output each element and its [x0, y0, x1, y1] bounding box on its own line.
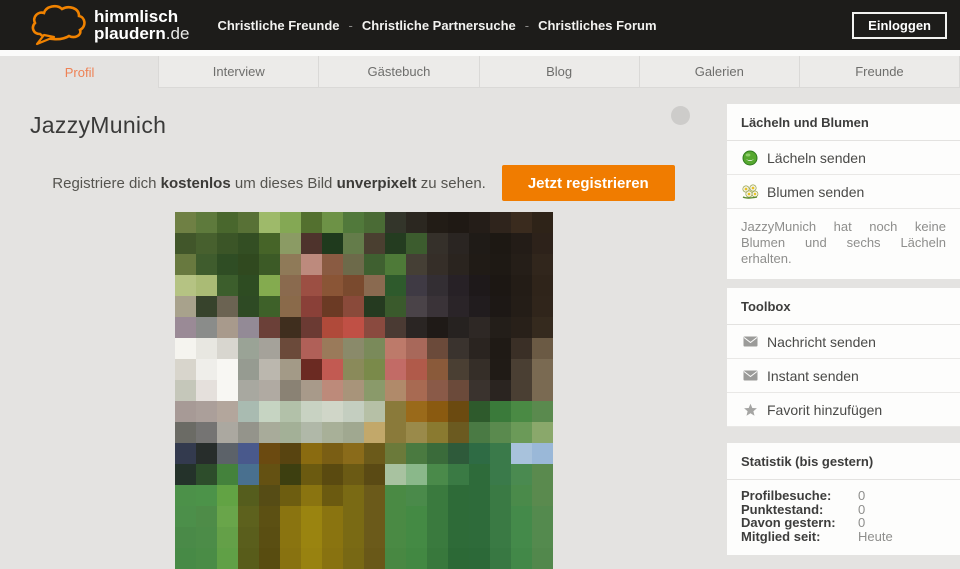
smiley-icon — [741, 150, 759, 166]
cloud-logo-icon — [28, 3, 86, 47]
stat-row-davon-gestern: Davon gestern: 0 — [741, 516, 946, 530]
envelope-icon — [741, 334, 759, 350]
tab-freunde[interactable]: Freunde — [798, 56, 960, 88]
login-button[interactable]: Einloggen — [852, 12, 947, 39]
logo-tld: .de — [165, 24, 190, 43]
smiles-flowers-card-title: Lächeln und Blumen — [727, 104, 960, 141]
registration-text: Registriere dich kostenlos um dieses Bil… — [52, 175, 486, 192]
nav-link-christliche-freunde[interactable]: Christliche Freunde — [217, 18, 339, 33]
statistics-body: Profilbesuche: 0 Punktestand: 0 Davon ge… — [727, 480, 960, 555]
registration-bold-kostenlos: kostenlos — [160, 174, 231, 192]
stat-value: Heute — [858, 528, 893, 544]
registration-text-part: zu sehen. — [416, 174, 486, 192]
registration-bold-unverpixelt: unverpixelt — [336, 174, 417, 192]
stat-label: Profilbesuche: — [741, 488, 832, 503]
send-flowers-label: Blumen senden — [767, 183, 865, 200]
send-message-item[interactable]: Nachricht senden — [727, 325, 960, 359]
tab-blog[interactable]: Blog — [478, 56, 640, 88]
nav-separator: - — [348, 17, 353, 33]
star-icon — [741, 402, 759, 418]
send-instant-item[interactable]: Instant senden — [727, 359, 960, 393]
stat-label: Mitglied seit: — [741, 528, 821, 544]
add-favorite-item[interactable]: Favorit hinzufügen — [727, 393, 960, 427]
stat-value: 0 — [858, 488, 866, 503]
toolbox-card: Toolbox Nachricht senden Instant senden — [727, 288, 960, 427]
nav-separator: - — [524, 17, 530, 33]
stat-label: Davon gestern: — [741, 515, 836, 530]
tab-interview[interactable]: Interview — [158, 56, 320, 88]
smiles-flowers-note: JazzyMunich hat noch keine Blumen und se… — [741, 219, 946, 266]
add-favorite-label: Favorit hinzufügen — [767, 401, 883, 418]
send-smile-label: Lächeln senden — [767, 149, 866, 166]
nav-link-christliche-partnersuche[interactable]: Christliche Partnersuche — [362, 18, 516, 33]
stat-label: Punktestand: — [741, 501, 824, 517]
site-header: himmlisch plaudern.de Christliche Freund… — [0, 0, 960, 50]
nav-link-christliches-forum[interactable]: Christliches Forum — [538, 18, 656, 33]
logo-line2: plaudern — [94, 24, 166, 43]
page-title-username: JazzyMunich — [30, 112, 167, 138]
tab-galerien[interactable]: Galerien — [638, 56, 800, 88]
logo-wordmark: himmlisch plaudern.de — [94, 8, 189, 42]
toolbox-card-title: Toolbox — [727, 288, 960, 325]
site-logo[interactable]: himmlisch plaudern.de — [28, 3, 189, 47]
flowers-icon — [741, 183, 759, 200]
statistics-card-title: Statistik (bis gestern) — [727, 443, 960, 480]
stat-row-punktestand: Punktestand: 0 — [741, 501, 946, 517]
registration-row: Registriere dich kostenlos um dieses Bil… — [0, 165, 727, 201]
stat-value: 0 — [858, 515, 866, 530]
send-message-label: Nachricht senden — [767, 333, 876, 350]
statistics-card: Statistik (bis gestern) Profilbesuche: 0… — [727, 443, 960, 555]
envelope-icon — [741, 368, 759, 384]
stat-row-profilbesuche: Profilbesuche: 0 — [741, 489, 946, 503]
stat-value: 0 — [858, 501, 866, 517]
stat-row-mitglied-seit: Mitglied seit: Heute — [741, 528, 946, 544]
tab-profil[interactable]: Profil — [0, 56, 159, 88]
registration-text-part: Registriere dich — [52, 174, 161, 192]
pixelated-photo — [175, 212, 553, 569]
send-instant-label: Instant senden — [767, 367, 859, 384]
smiles-flowers-card: Lächeln und Blumen Lächeln senden Blumen… — [727, 104, 960, 279]
registration-text-part: um dieses Bild — [230, 174, 337, 192]
header-nav: Christliche Freunde - Christliche Partne… — [217, 18, 656, 33]
send-flowers-item[interactable]: Blumen senden — [727, 175, 960, 209]
profile-tabbar: Profil Interview Gästebuch Blog Galerien… — [0, 56, 960, 88]
send-smile-item[interactable]: Lächeln senden — [727, 141, 960, 175]
register-now-button[interactable]: Jetzt registrieren — [501, 165, 675, 201]
decorative-dot — [671, 106, 690, 125]
tab-gaestebuch[interactable]: Gästebuch — [318, 56, 480, 88]
